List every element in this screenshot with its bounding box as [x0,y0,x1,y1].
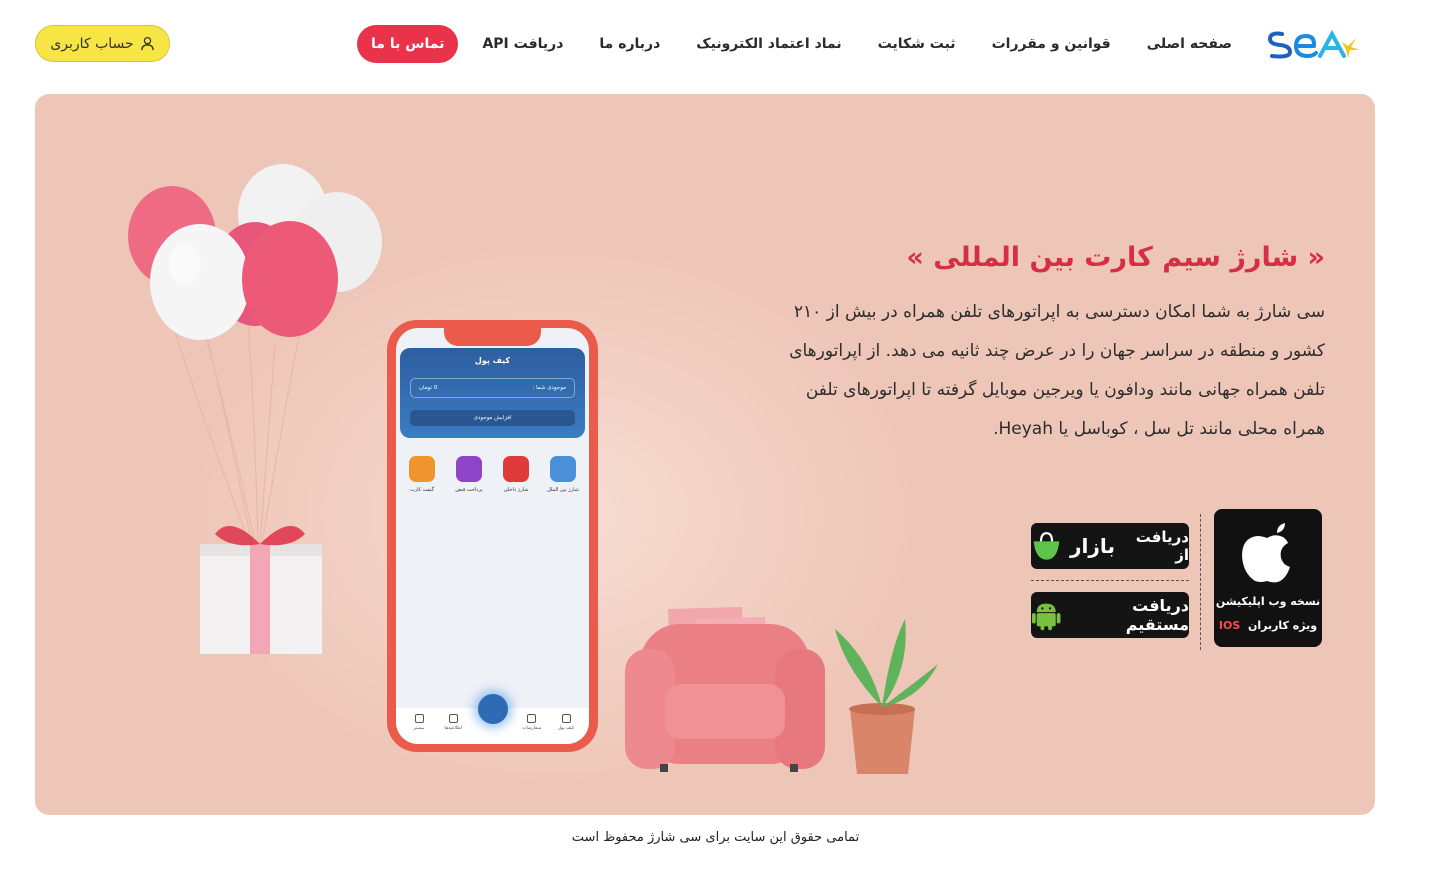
nav-api[interactable]: دریافت API [482,36,563,52]
balance-label: موجودی شما : [532,385,566,391]
home-button[interactable] [478,694,508,724]
direct-download-button[interactable]: دریافت مستقیم [1031,592,1189,638]
vertical-divider [1200,514,1201,650]
service-icons: شارژ بین الملل شارژ داخلی پرداخت قبض گیف… [402,456,583,493]
armchair-plant-illustration [625,607,938,774]
wallet-title: کیف پول [474,356,511,365]
main-nav: صفحه اصلی قوانین و مقررات ثبت شکایت نماد… [357,25,1232,63]
balloons-gift-illustration [128,164,382,654]
wallet-card: کیف پول موجودی شما : 0 تومان افزایش موجو… [400,348,585,438]
bag-icon [527,714,537,723]
ios-highlight: IOS [1218,619,1241,632]
balance-row: موجودی شما : 0 تومان [410,378,575,398]
bazaar-prefix: دریافت از [1135,528,1189,564]
nav-rules[interactable]: قوانین و مقررات [992,36,1111,52]
sea-logo[interactable] [1262,24,1366,64]
bazaar-download-button[interactable]: دریافت از بازار [1031,523,1189,569]
contact-button[interactable]: تماس با ما [357,25,459,63]
tab-wallet[interactable]: کیف پول [551,712,581,740]
bazaar-brand: بازار [1070,534,1115,558]
tab-more[interactable]: بیشتر [404,712,434,740]
hero-banner: کیف پول موجودی شما : 0 تومان افزایش موجو… [35,94,1375,815]
user-icon [140,36,154,51]
ios-line2: ویژه کاربران IOS [1218,619,1318,632]
gift-icon [409,456,435,482]
tab-orders[interactable]: سفارشات [517,712,547,740]
phone-mockup: کیف پول موجودی شما : 0 تومان افزایش موجو… [387,320,598,752]
balance-value: 0 تومان [419,385,438,391]
hero-description: سی شارژ به شما امکان دسترسی به اپراتورها… [789,302,1325,439]
account-label: حساب کاربری [50,35,134,52]
ios-webapp-badge[interactable]: نسخه وب اپلیکیشن ویژه کاربران IOS [1214,509,1322,647]
menu-icon [414,714,424,723]
direct-label: دریافت مستقیم [1125,596,1189,634]
phone-screen: کیف پول موجودی شما : 0 تومان افزایش موجو… [396,328,589,744]
hero-title: « شارژ سیم کارت بین المللی » [906,242,1325,273]
sim-icon [550,456,576,482]
nav-home[interactable]: صفحه اصلی [1147,36,1232,52]
footer-copyright: تمامی حقوق این سایت برای سی شارژ محفوظ ا… [571,830,860,845]
nav-complaint[interactable]: ثبت شکایت [878,36,956,52]
android-icon [1031,603,1061,631]
phone-notch [444,328,541,346]
bill-icon [456,456,482,482]
increase-balance-button[interactable]: افزایش موجودی [410,410,575,426]
service-bill[interactable]: پرداخت قبض [449,456,489,493]
tab-notifications[interactable]: اطلاعیه‌ها [438,712,468,740]
site-header: صفحه اصلی قوانین و مقررات ثبت شکایت نماد… [0,0,1431,90]
service-domestic[interactable]: شارژ داخلی [496,456,536,493]
mobile-charge-icon [503,456,529,482]
wallet-icon [561,714,571,723]
service-giftcard[interactable]: گیفت کارت [402,456,442,493]
nav-about[interactable]: درباره ما [599,36,660,52]
ios-line1: نسخه وب اپلیکیشن [1215,595,1321,608]
service-international[interactable]: شارژ بین الملل [543,456,583,493]
horizontal-divider [1031,580,1189,581]
apple-icon [1242,523,1290,583]
bazaar-bag-icon [1033,532,1060,560]
nav-enamad[interactable]: نماد اعتماد الکترونیک [696,36,841,52]
bell-icon [448,714,458,723]
account-button[interactable]: حساب کاربری [35,25,170,62]
